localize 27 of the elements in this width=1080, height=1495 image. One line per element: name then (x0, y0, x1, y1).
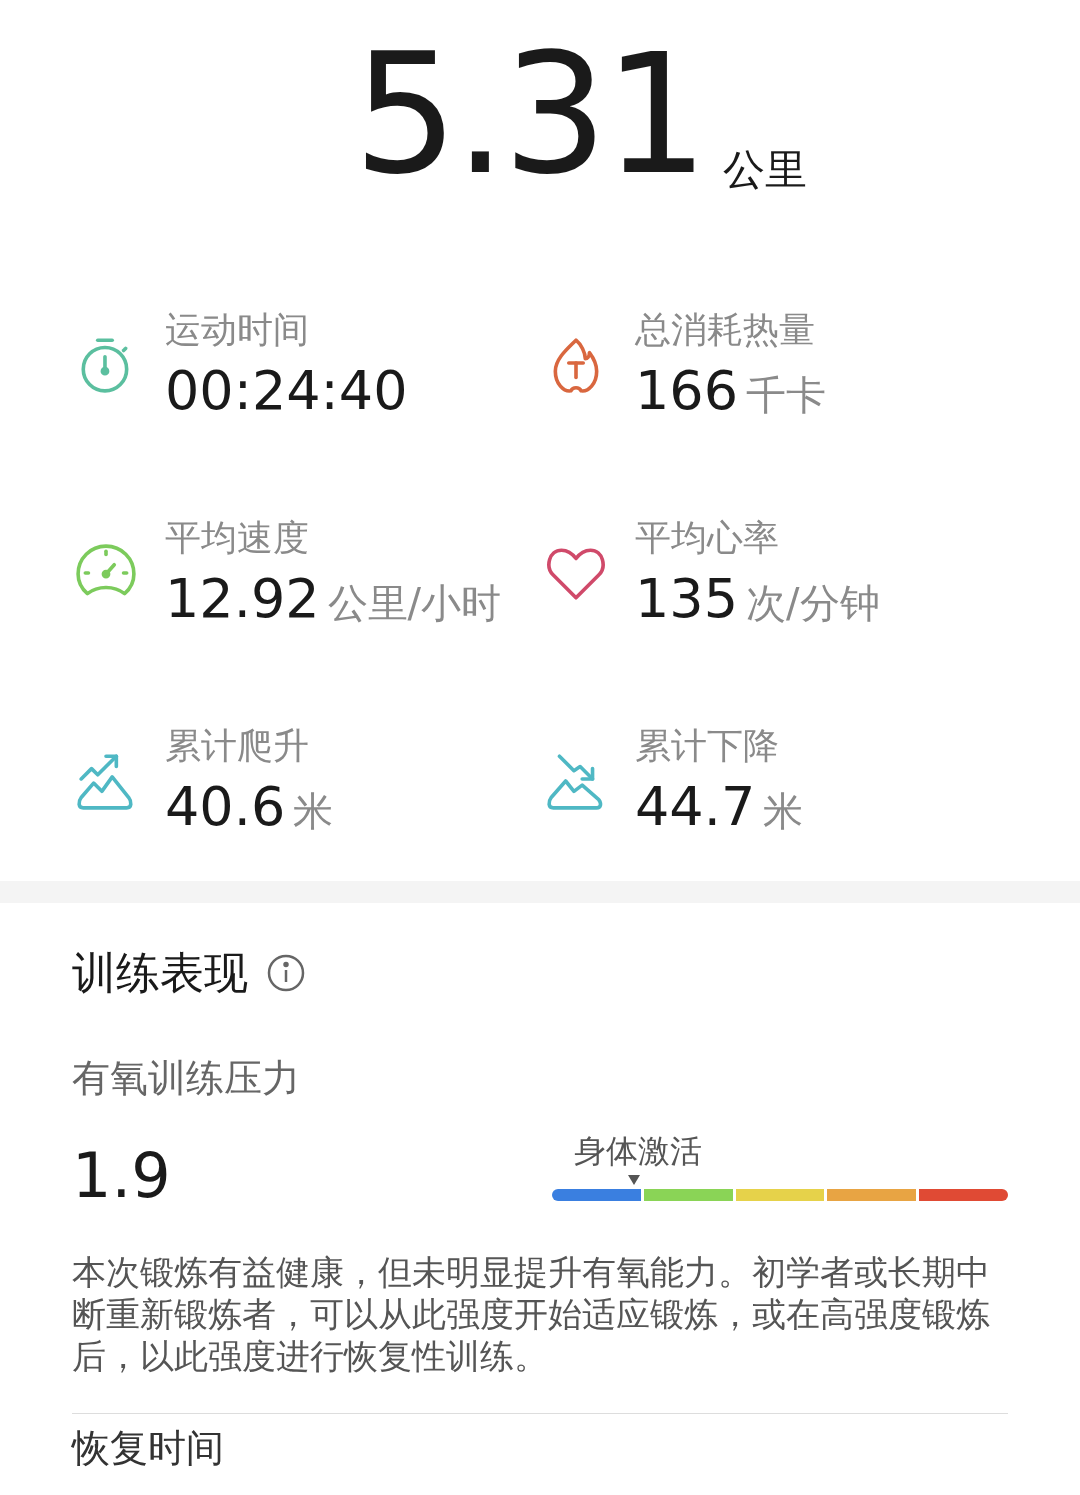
stat-label: 平均心率 (635, 516, 780, 560)
stat-unit: 公里/小时 (327, 579, 502, 628)
section-title: 恢复时间 (72, 1426, 225, 1470)
stat-unit: 米 (293, 787, 334, 836)
distance-unit: 公里 (722, 144, 807, 196)
stat-value: 40.6 (165, 775, 286, 839)
metric-label: 有氧训练压力 (72, 1055, 301, 1102)
stat-value: 166 (635, 359, 739, 423)
stat-value: 135 (635, 567, 739, 631)
stat-label: 累计下降 (635, 724, 780, 768)
score-value: 1.9 (72, 1141, 171, 1211)
info-icon[interactable] (266, 953, 306, 993)
stat-unit: 千卡 (746, 371, 827, 420)
stat-value: 12.92 (165, 567, 320, 631)
stat-unit: 米 (763, 787, 804, 836)
stat-value: 44.7 (635, 775, 756, 839)
stat-label: 累计爬升 (165, 724, 310, 768)
stat-value: 00:24:40 (165, 359, 408, 423)
pointer-icon (628, 1175, 641, 1185)
stat-label: 平均速度 (165, 516, 310, 560)
distance-value: 5.31 (353, 30, 705, 200)
section-title: 训练表现 (72, 946, 248, 1000)
gauge-label: 身体激活 (574, 1133, 703, 1169)
stat-unit: 次/分钟 (746, 579, 880, 628)
stat-label: 总消耗热量 (635, 308, 816, 352)
description-text: 本次锻炼有益健康，但未明显提升有氧能力。初学者或长期中断重新锻炼者，可以从此强度开始适应锻炼，或在高强度锻炼后，以此强度进行恢复性训练。 (72, 1251, 991, 1377)
stat-label: 运动时间 (165, 308, 310, 352)
